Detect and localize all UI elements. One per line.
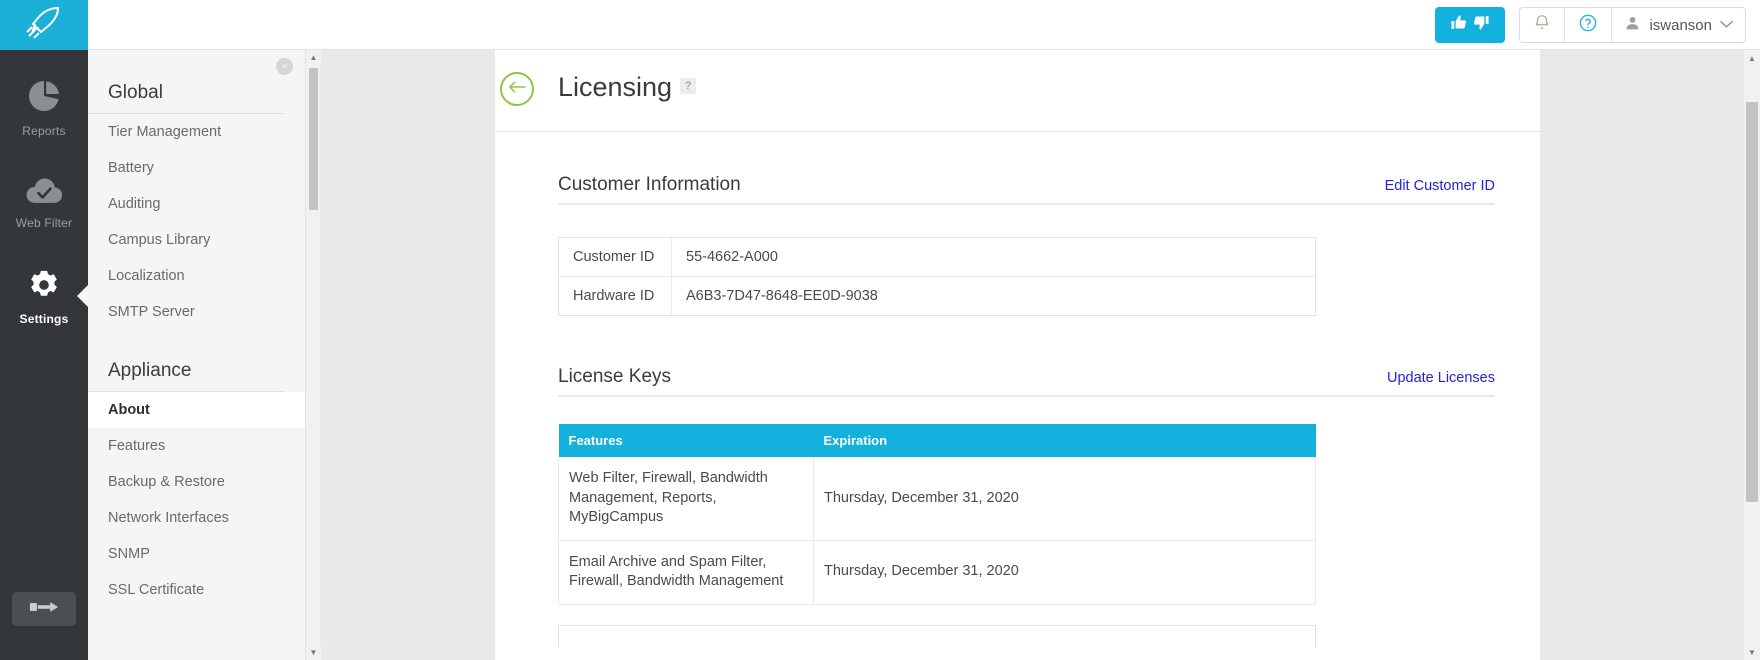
table-row: Email Archive and Spam Filter, Firewall,… bbox=[558, 540, 1316, 605]
notifications-button[interactable] bbox=[1520, 8, 1564, 42]
primary-nav-rail: Reports Web Filter Settings bbox=[0, 50, 88, 660]
hardware-id-value: A6B3-7D47-8648-EE0D-9038 bbox=[686, 288, 878, 304]
subnav-group-appliance: Appliance About Features Backup & Restor… bbox=[88, 330, 305, 608]
cloud-check-icon bbox=[24, 176, 64, 211]
hardware-id-label: Hardware ID bbox=[558, 276, 672, 316]
column-header-features: Features bbox=[558, 424, 814, 457]
table-row: Web Filter, Firewall, Bandwidth Manageme… bbox=[558, 457, 1316, 541]
subnav-item-backup-restore[interactable]: Backup & Restore bbox=[88, 464, 305, 500]
top-header-bar: iswanson bbox=[0, 0, 1760, 50]
main-content-panel: Licensing? Customer Information Edit Cus… bbox=[495, 50, 1540, 660]
table-row: Customer ID 55-4662-A000 bbox=[558, 237, 1316, 277]
column-header-expiration: Expiration bbox=[813, 424, 1316, 457]
page-content: Customer Information Edit Customer ID Cu… bbox=[495, 132, 1540, 647]
page-scroll-down-icon[interactable]: ▼ bbox=[1744, 644, 1760, 660]
user-menu-button[interactable]: iswanson bbox=[1611, 8, 1745, 42]
table-row: Hardware ID A6B3-7D47-8648-EE0D-9038 bbox=[558, 276, 1316, 316]
scrollbar-thumb[interactable] bbox=[309, 68, 318, 210]
secondary-nav-scrollbar[interactable]: ▲ ▼ bbox=[305, 50, 321, 660]
feedback-rate-button[interactable] bbox=[1435, 7, 1506, 43]
rail-label-reports: Reports bbox=[22, 124, 66, 138]
license-features-cell: Email Archive and Spam Filter, Firewall,… bbox=[558, 540, 814, 605]
rocket-icon bbox=[25, 6, 63, 45]
page-title-text: Licensing bbox=[558, 72, 673, 102]
header-actions: iswanson bbox=[1435, 6, 1746, 44]
back-button[interactable] bbox=[500, 72, 534, 106]
customer-information-title: Customer Information bbox=[558, 174, 741, 195]
page-scroll-up-icon[interactable]: ▲ bbox=[1744, 50, 1760, 66]
edit-customer-id-link[interactable]: Edit Customer ID bbox=[1385, 178, 1495, 196]
logout-button[interactable] bbox=[12, 592, 76, 626]
user-avatar-icon bbox=[1624, 14, 1641, 37]
key-icon bbox=[29, 600, 59, 619]
license-features-cell: Web Filter, Firewall, Bandwidth Manageme… bbox=[558, 457, 814, 541]
rail-item-web-filter[interactable]: Web Filter bbox=[0, 162, 88, 242]
page-scrollbar-thumb[interactable] bbox=[1746, 102, 1758, 502]
scroll-up-icon[interactable]: ▲ bbox=[306, 50, 321, 65]
header-icon-group: iswanson bbox=[1519, 7, 1746, 43]
subnav-group-global: Global Tier Management Battery Auditing … bbox=[88, 50, 305, 330]
thumbs-up-icon bbox=[1450, 14, 1467, 36]
username-label: iswanson bbox=[1649, 16, 1712, 34]
customer-information-table: Customer ID 55-4662-A000 Hardware ID A6B… bbox=[558, 237, 1316, 316]
rail-label-web-filter: Web Filter bbox=[15, 216, 73, 230]
rail-label-settings: Settings bbox=[19, 312, 69, 326]
license-expiration-cell: Thursday, December 31, 2020 bbox=[813, 540, 1316, 605]
license-keys-section-header: License Keys Update Licenses bbox=[558, 366, 1495, 397]
page-header: Licensing? bbox=[495, 50, 1540, 132]
subnav-item-ssl-certificate[interactable]: SSL Certificate bbox=[88, 572, 305, 608]
table-header-row: Features Expiration bbox=[558, 424, 1316, 457]
subnav-item-network-interfaces[interactable]: Network Interfaces bbox=[88, 500, 305, 536]
app-root: iswanson Reports Web Filter Settings × G… bbox=[0, 0, 1760, 660]
right-gutter bbox=[1540, 50, 1744, 660]
rail-item-settings[interactable]: Settings bbox=[0, 254, 88, 338]
close-icon[interactable]: × bbox=[276, 58, 293, 75]
subnav-item-tier-management[interactable]: Tier Management bbox=[88, 114, 305, 150]
license-expiration-cell: Thursday, December 31, 2020 bbox=[813, 457, 1316, 541]
scroll-down-icon[interactable]: ▼ bbox=[306, 645, 321, 660]
license-keys-title: License Keys bbox=[558, 366, 672, 387]
subnav-item-snmp[interactable]: SNMP bbox=[88, 536, 305, 572]
gear-icon bbox=[27, 268, 61, 307]
question-circle-icon bbox=[1578, 13, 1598, 38]
subnav-group-title-global: Global bbox=[88, 82, 285, 114]
help-button[interactable] bbox=[1564, 8, 1611, 42]
app-logo[interactable] bbox=[0, 0, 88, 50]
subnav-item-about[interactable]: About bbox=[88, 392, 305, 428]
page-title: Licensing? bbox=[558, 72, 697, 103]
rail-item-reports[interactable]: Reports bbox=[0, 64, 88, 150]
thumbs-down-icon bbox=[1473, 14, 1490, 36]
update-licenses-link[interactable]: Update Licenses bbox=[1387, 370, 1495, 388]
subnav-item-campus-library[interactable]: Campus Library bbox=[88, 222, 305, 258]
subnav-item-smtp-server[interactable]: SMTP Server bbox=[88, 294, 305, 330]
subnav-item-features[interactable]: Features bbox=[88, 428, 305, 464]
pie-chart-icon bbox=[26, 78, 62, 119]
license-keys-table: Features Expiration Web Filter, Firewall… bbox=[558, 424, 1316, 605]
bell-icon bbox=[1533, 13, 1551, 37]
arrow-left-icon bbox=[508, 80, 527, 99]
subnav-item-localization[interactable]: Localization bbox=[88, 258, 305, 294]
left-gutter bbox=[320, 50, 495, 660]
subnav-item-auditing[interactable]: Auditing bbox=[88, 186, 305, 222]
next-section-table-partial bbox=[558, 624, 1316, 647]
chevron-down-icon bbox=[1720, 18, 1733, 32]
customer-id-label: Customer ID bbox=[558, 237, 672, 277]
subnav-item-battery[interactable]: Battery bbox=[88, 150, 305, 186]
secondary-nav-panel: × Global Tier Management Battery Auditin… bbox=[88, 50, 305, 660]
help-badge-icon[interactable]: ? bbox=[680, 78, 697, 94]
page-scrollbar[interactable]: ▲ ▼ bbox=[1744, 50, 1760, 660]
subnav-group-title-appliance: Appliance bbox=[88, 360, 285, 392]
customer-id-value: 55-4662-A000 bbox=[671, 237, 1316, 277]
customer-information-section-header: Customer Information Edit Customer ID bbox=[558, 174, 1495, 205]
